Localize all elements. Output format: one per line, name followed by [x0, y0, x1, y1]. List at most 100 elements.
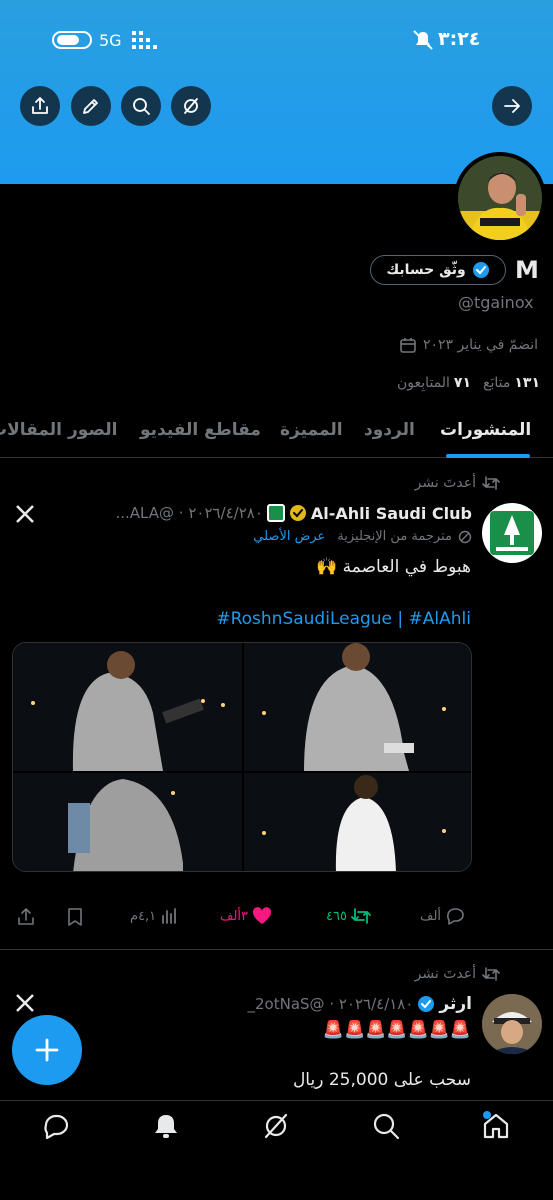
share-profile-button[interactable] [20, 86, 60, 126]
verified-badge-icon [418, 996, 435, 1012]
search-icon [133, 98, 150, 115]
grok-icon [264, 1113, 288, 1139]
pencil-icon [83, 99, 98, 114]
show-original-link[interactable]: عرض الأصلي [253, 529, 325, 544]
mute-icon [412, 30, 434, 50]
clock: ٣:٢٤ [438, 28, 481, 50]
bookmark-button[interactable] [66, 907, 84, 931]
compose-button[interactable] [12, 1015, 82, 1085]
share-post-button[interactable] [16, 907, 36, 931]
verified-badge-icon [472, 262, 489, 278]
like-button[interactable]: ٣ألف [220, 907, 272, 925]
replies-count: ألف [420, 908, 442, 924]
views-stat[interactable]: ٤,١م [130, 907, 178, 925]
bell-icon [155, 1115, 177, 1138]
repost-icon [482, 967, 500, 981]
post-author[interactable]: Al-Ahli Saudi Club [311, 504, 472, 523]
post-header: ٢٠٢٦/٤/١٨٠ · @2otNaS_ ارثر [80, 992, 473, 1016]
share-icon [18, 908, 34, 925]
heart-icon [252, 907, 272, 924]
following-count[interactable]: ١٣١ [514, 375, 540, 391]
nav-grok[interactable] [261, 1111, 291, 1141]
likes-count: ٣ألف [220, 908, 249, 924]
search-icon [373, 1113, 400, 1140]
verify-label: وثّق حسابك [386, 262, 466, 278]
media-photo-4[interactable] [244, 773, 471, 871]
tab-posts[interactable]: المنشورات [440, 420, 531, 440]
share-icon [32, 97, 48, 114]
home-icon [483, 1111, 509, 1139]
profile-name: M [515, 256, 539, 284]
post-2[interactable]: أعدتَ نشر ٢٠٢٦/٤/١٨٠ · @2otNaS_ ارثر 🚨🚨🚨… [0, 950, 553, 1100]
verify-account-button[interactable]: وثّق حسابك [370, 255, 506, 285]
repost-indicator: أعدتَ نشر [390, 966, 500, 982]
grok-button[interactable] [171, 86, 211, 126]
bookmark-icon [68, 908, 82, 926]
repost-button[interactable]: ٤٦٥ [326, 907, 371, 925]
following-label[interactable]: متابَع [483, 375, 510, 391]
x-logo-icon [14, 992, 36, 1014]
edit-profile-button[interactable] [71, 86, 111, 126]
profile-avatar[interactable] [454, 152, 546, 244]
followers-count[interactable]: ٧١ [454, 375, 471, 391]
post-author[interactable]: ارثر [439, 994, 472, 1014]
joined-row: انضمّ في يناير ٢٠٢٣ [380, 334, 538, 356]
repost-icon [482, 476, 500, 490]
post-actions: ٤,١م ٣ألف ٤٦٥ ألف [0, 905, 553, 931]
post-handle-date: ٢٠٢٦/٤/١٨٠ · @2otNaS_ [247, 995, 414, 1013]
status-bar: 5G ٣:٢٤ [0, 0, 553, 80]
media-photo-2[interactable] [244, 643, 471, 771]
repost-label: أعدتَ نشر [414, 475, 476, 491]
translated-row: مترجمة من الإنجليزية عرض الأصلي [200, 529, 472, 544]
tab-photos[interactable]: الصور [68, 420, 117, 440]
nav-home[interactable] [481, 1111, 511, 1141]
nav-notifications[interactable] [151, 1111, 181, 1141]
views-count: ٤,١م [130, 908, 157, 924]
gold-verified-icon [289, 505, 306, 521]
repost-indicator: أعدتَ نشر [390, 475, 500, 491]
tab-videos[interactable]: مقاطع الفيديو [140, 420, 261, 440]
repost-icon [351, 908, 371, 924]
views-icon [162, 908, 177, 924]
author-avatar[interactable] [482, 994, 542, 1054]
reply-button[interactable]: ألف [420, 907, 465, 925]
repost-label: أعدتَ نشر [414, 966, 476, 982]
calendar-icon [400, 338, 416, 353]
joined-date: انضمّ في يناير ٢٠٢٣ [422, 337, 538, 353]
arrow-right-icon [504, 99, 520, 113]
bottom-nav [0, 1100, 553, 1200]
media-grid[interactable] [12, 642, 472, 872]
tab-highlights[interactable]: المميزة [280, 420, 343, 440]
active-tab-indicator [446, 454, 530, 458]
post-hashtags[interactable]: #RoshnSaudiLeague | #AlAhli [216, 609, 471, 629]
signal-icon [132, 31, 162, 49]
author-avatar[interactable] [482, 503, 542, 563]
reply-icon [447, 908, 464, 925]
grok-icon [184, 98, 198, 114]
post-header: ٢٠٢٦/٤/٢٨٠ · @ALA... Al-Ahli Saudi Club [80, 501, 472, 525]
post-handle-date: ٢٠٢٦/٤/٢٨٠ · @ALA... [115, 504, 263, 522]
tab-replies[interactable]: الردود [364, 420, 415, 440]
profile-tabs: المنشورات الردود المميزة مقاطع الفيديو ا… [0, 408, 553, 458]
translated-label: مترجمة من الإنجليزية [337, 529, 452, 544]
tab-articles[interactable]: المقالات [0, 420, 62, 440]
nav-search[interactable] [371, 1111, 401, 1141]
nav-messages[interactable] [41, 1111, 71, 1141]
battery-icon [52, 31, 92, 49]
reposts-count: ٤٦٥ [326, 908, 347, 924]
post-text: سحب على 25,000 ريال [292, 1070, 471, 1090]
network-type: 5G [99, 31, 122, 50]
club-badge-icon [266, 504, 285, 522]
translate-icon [458, 530, 472, 543]
message-icon [44, 1114, 69, 1140]
media-photo-1[interactable] [13, 643, 242, 771]
search-profile-button[interactable] [121, 86, 161, 126]
follow-stats: ١٣١ متابَع ٧١ المتابِعون [384, 372, 540, 394]
post-1[interactable]: أعدتَ نشر ٢٠٢٦/٤/٢٨٠ · @ALA... Al-Ahli S… [0, 459, 553, 949]
post-text: هبوط في العاصمة 🙌 [316, 557, 471, 577]
back-button[interactable] [492, 86, 532, 126]
x-logo-icon [14, 503, 36, 525]
followers-label[interactable]: المتابِعون [397, 375, 450, 391]
profile-handle: @tgainox [458, 293, 534, 312]
media-photo-3[interactable] [13, 773, 242, 871]
